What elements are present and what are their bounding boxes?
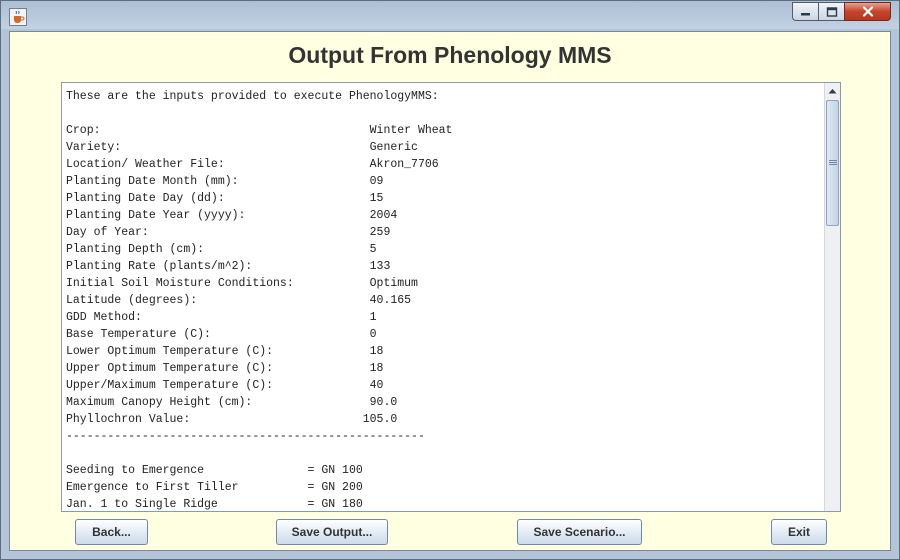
save-scenario-button[interactable]: Save Scenario... — [517, 519, 642, 545]
scroll-up-arrow-icon — [828, 89, 837, 94]
scroll-thumb[interactable] — [826, 100, 839, 226]
java-cup-icon[interactable] — [9, 8, 27, 26]
save-output-button[interactable]: Save Output... — [276, 519, 388, 545]
output-text-area[interactable]: These are the inputs provided to execute… — [61, 82, 841, 512]
minimize-button[interactable] — [792, 2, 818, 21]
exit-button[interactable]: Exit — [771, 519, 827, 545]
close-button[interactable] — [844, 2, 891, 21]
title-bar[interactable] — [1, 1, 899, 31]
maximize-button[interactable] — [818, 2, 844, 21]
button-bar: Back... Save Output... Save Scenario... … — [10, 519, 890, 547]
minimize-icon — [800, 12, 810, 15]
window-controls — [792, 2, 891, 22]
dialog-content: Output From Phenology MMS These are the … — [9, 31, 891, 551]
output-text[interactable]: These are the inputs provided to execute… — [66, 88, 821, 511]
scroll-up-button[interactable] — [825, 83, 840, 99]
back-button[interactable]: Back... — [75, 519, 148, 545]
application-window: Output From Phenology MMS These are the … — [0, 0, 900, 560]
page-title: Output From Phenology MMS — [288, 42, 612, 68]
close-icon — [862, 6, 873, 17]
vertical-scrollbar[interactable] — [824, 83, 840, 511]
scroll-grip-icon — [828, 160, 837, 165]
maximize-icon — [826, 6, 837, 17]
